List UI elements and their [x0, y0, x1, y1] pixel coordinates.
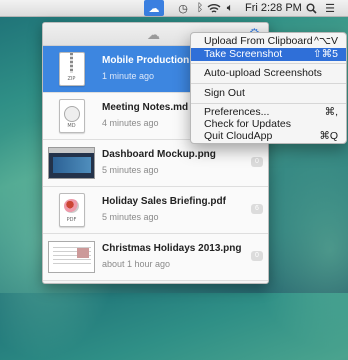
menu-separator: [191, 103, 346, 104]
menubar-clock[interactable]: Fri 2:28 PM: [245, 2, 302, 14]
menu-separator: [191, 63, 346, 64]
bluetooth-icon[interactable]: ᛒ: [193, 1, 207, 15]
cloud-icon: ☁: [147, 27, 160, 42]
file-row[interactable]: PDF Holiday Sales Briefing.pdf 5 minutes…: [43, 187, 268, 234]
file-name: Holiday Sales Briefing.pdf: [102, 196, 226, 207]
file-time: 5 minutes ago: [102, 212, 159, 222]
menu-bar: ☁ ◷ ᛒ 🔈︎ Fri 2:28 PM ☰: [0, 0, 348, 17]
image-thumbnail: [48, 237, 95, 277]
menu-item-auto-upload[interactable]: Auto-upload Screenshots: [191, 67, 346, 80]
pdf-file-icon: PDF: [48, 190, 95, 230]
time-machine-icon[interactable]: ◷: [175, 1, 191, 15]
view-count-badge: 0: [251, 251, 263, 261]
menu-item-quit[interactable]: Quit CloudApp ⌘Q: [191, 130, 346, 143]
file-time: about 1 hour ago: [102, 259, 171, 269]
file-row[interactable]: Christmas Holidays 2013.png about 1 hour…: [43, 234, 268, 281]
menu-item-take-screenshot[interactable]: Take Screenshot ⇧⌘5: [191, 48, 346, 61]
menu-separator: [191, 83, 346, 84]
menu-item-sign-out[interactable]: Sign Out: [191, 87, 346, 100]
file-time: 4 minutes ago: [102, 118, 159, 128]
view-count-badge: 6: [251, 204, 263, 214]
file-time: 5 minutes ago: [102, 165, 159, 175]
file-time: 1 minute ago: [102, 71, 155, 81]
menu-item-upload-clipboard[interactable]: Upload From Clipboard ^⌥V: [191, 35, 346, 48]
file-name: Dashboard Mockup.png: [102, 149, 216, 160]
screenshot-thumbnail: [48, 143, 95, 183]
spotlight-icon[interactable]: [304, 1, 318, 15]
markdown-file-icon: MD: [48, 96, 95, 136]
zip-file-icon: ZIP: [48, 49, 95, 89]
wifi-icon[interactable]: [206, 1, 222, 15]
cloudapp-dropdown-menu: Upload From Clipboard ^⌥V Take Screensho…: [190, 32, 347, 144]
volume-icon[interactable]: 🔈︎: [223, 1, 237, 15]
notification-list-icon[interactable]: ☰: [322, 1, 338, 15]
file-name: Christmas Holidays 2013.png: [102, 243, 242, 254]
view-count-badge: 0: [251, 157, 263, 167]
cloudapp-icon[interactable]: ☁: [144, 0, 164, 16]
file-row[interactable]: Dashboard Mockup.png 5 minutes ago 0: [43, 140, 268, 187]
